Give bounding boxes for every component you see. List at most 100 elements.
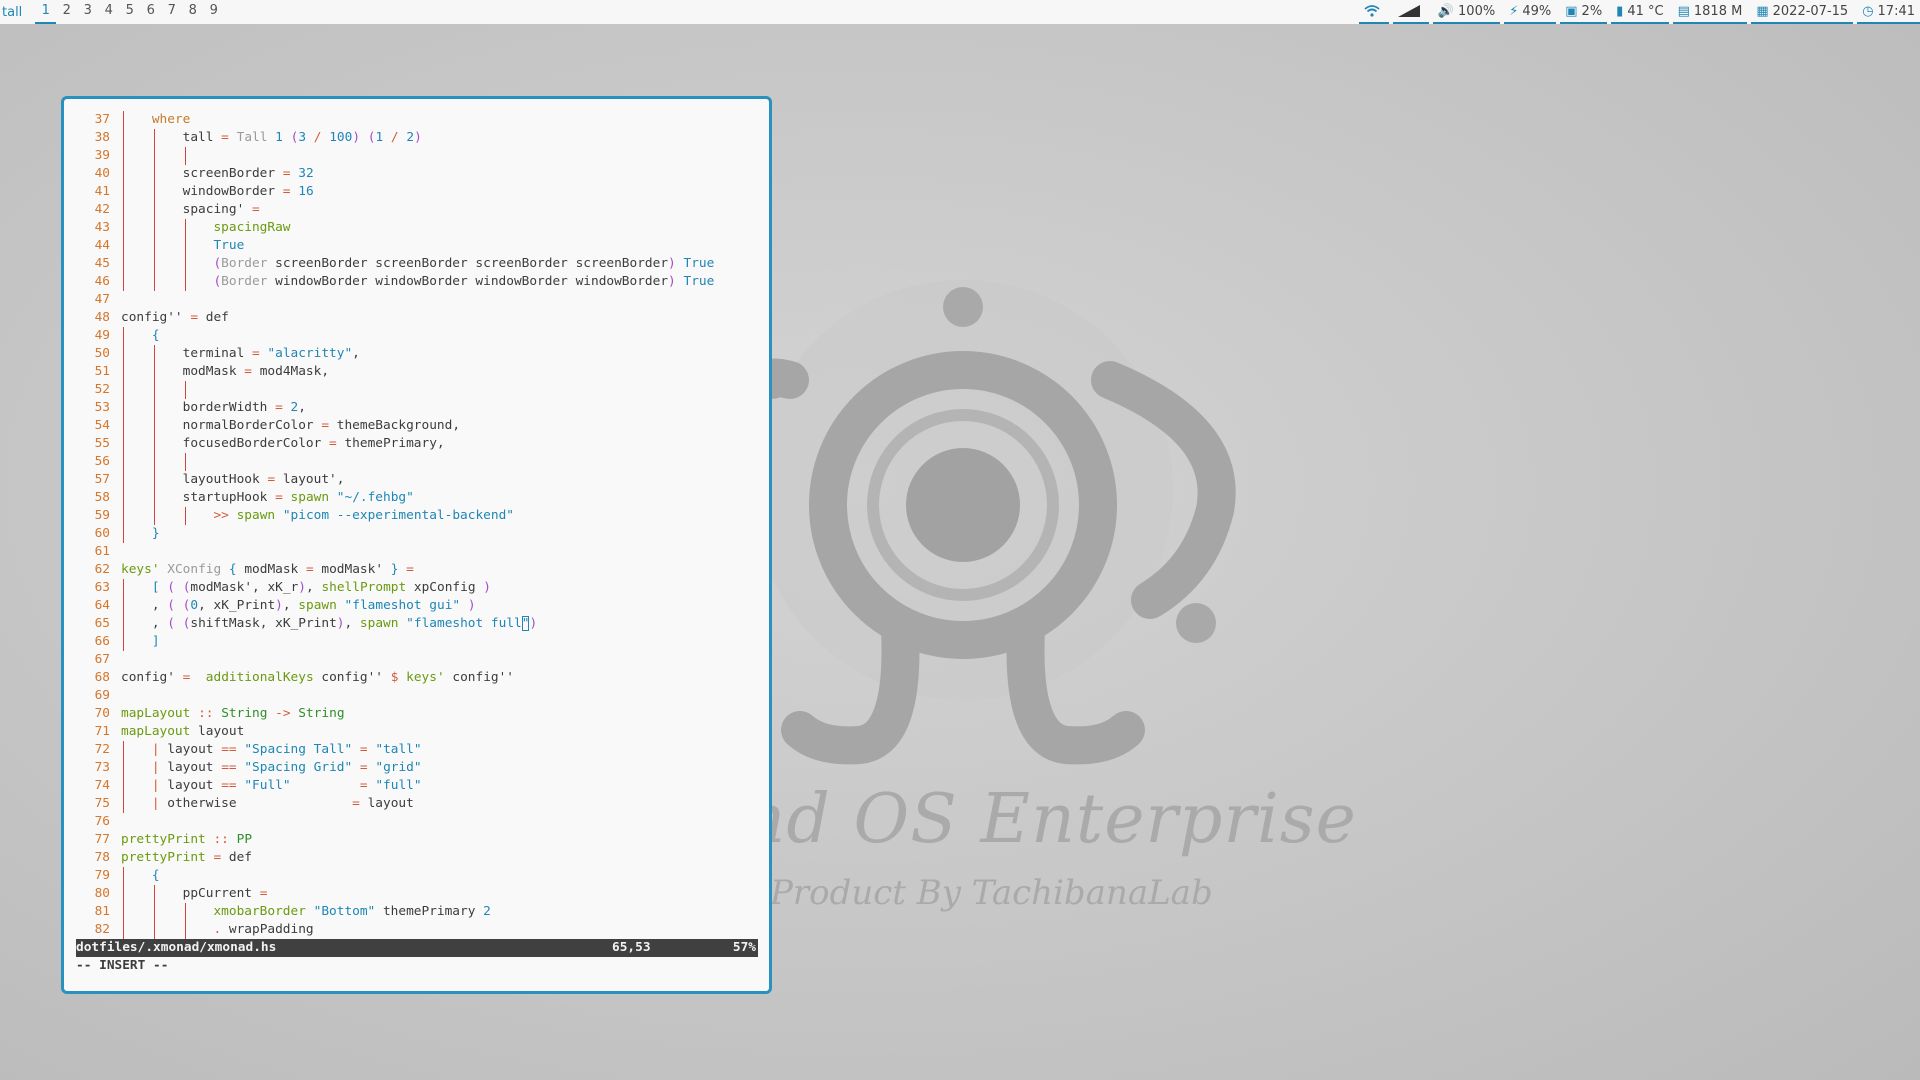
code-line[interactable]: 73 | layout == "Spacing Grid" = "grid" [76, 759, 758, 777]
indent-guide [153, 237, 155, 255]
vim-mode: -- INSERT -- [76, 958, 169, 973]
code-line[interactable]: 45 (Border screenBorder screenBorder scr… [76, 255, 758, 273]
code-line[interactable]: 52 [76, 381, 758, 399]
code-line[interactable]: 56 [76, 453, 758, 471]
battery-status[interactable]: ⚡ 49% [1504, 0, 1557, 24]
indent-guide [184, 507, 186, 525]
indent-guide [123, 921, 124, 939]
code-text: | otherwise = layout [110, 795, 758, 813]
line-number: 72 [94, 742, 110, 757]
code-line[interactable]: 59 >> spawn "picom --experimental-backen… [76, 507, 758, 525]
date-status[interactable]: ▦ 2022-07-15 [1751, 0, 1854, 24]
indent-guide [153, 507, 155, 525]
indent-guide [184, 381, 186, 399]
code-line[interactable]: 50 terminal = "alacritty", [76, 345, 758, 363]
code-line[interactable]: 62 keys' XConfig { modMask = modMask' } = [76, 561, 758, 579]
code-line[interactable]: 72 | layout == "Spacing Tall" = "tall" [76, 741, 758, 759]
code-line[interactable]: 82 . wrapPadding [76, 921, 758, 939]
code-line[interactable]: 60 } [76, 525, 758, 543]
indent-guide [123, 363, 124, 381]
code-line[interactable]: 44 True [76, 237, 758, 255]
workspace-9[interactable]: 9 [203, 0, 224, 24]
code-line[interactable]: 79 { [76, 867, 758, 885]
code-line[interactable]: 43 spacingRaw [76, 219, 758, 237]
line-number: 45 [94, 256, 110, 271]
code-line[interactable]: 63 [ ( (modMask', xK_r), shellPrompt xpC… [76, 579, 758, 597]
signal-status[interactable] [1392, 0, 1429, 24]
line-number: 81 [94, 904, 110, 919]
code-line[interactable]: 81 xmobarBorder "Bottom" themePrimary 2 [76, 903, 758, 921]
line-number: 42 [94, 202, 110, 217]
code-line[interactable]: 42 spacing' = [76, 201, 758, 219]
code-line[interactable]: 75 | otherwise = layout [76, 795, 758, 813]
code-line[interactable]: 47 [76, 291, 758, 309]
terminal-window[interactable]: 37 where 38 tall = Tall 1 (3 / 100) (1 / … [61, 96, 772, 994]
workspace-6[interactable]: 6 [140, 0, 161, 24]
memory-value: 1818 M [1693, 3, 1743, 19]
line-number: 50 [94, 346, 110, 361]
workspace-7[interactable]: 7 [161, 0, 182, 24]
line-number: 68 [94, 670, 110, 685]
code-line[interactable]: 57 layoutHook = layout', [76, 471, 758, 489]
workspace-2[interactable]: 2 [56, 0, 77, 24]
code-line[interactable]: 40 screenBorder = 32 [76, 165, 758, 183]
code-line[interactable]: 39 [76, 147, 758, 165]
indent-guide [153, 273, 155, 291]
code-line[interactable]: 76 [76, 813, 758, 831]
code-line[interactable]: 65 , ( (shiftMask, xK_Print), spawn "fla… [76, 615, 758, 633]
code-line[interactable]: 55 focusedBorderColor = themePrimary, [76, 435, 758, 453]
code-line[interactable]: 77 prettyPrint :: PP [76, 831, 758, 849]
code-line[interactable]: 78 prettyPrint = def [76, 849, 758, 867]
indent-guide [184, 273, 186, 291]
cpu-status[interactable]: ▣ 2% [1560, 0, 1608, 24]
code-line[interactable]: 54 normalBorderColor = themeBackground, [76, 417, 758, 435]
code-line[interactable]: 58 startupHook = spawn "~/.fehbg" [76, 489, 758, 507]
workspace-8[interactable]: 8 [182, 0, 203, 24]
code-line[interactable]: 38 tall = Tall 1 (3 / 100) (1 / 2) [76, 129, 758, 147]
workspace-4[interactable]: 4 [98, 0, 119, 24]
code-line[interactable]: 61 [76, 543, 758, 561]
memory-status[interactable]: ▤ 1818 M [1672, 0, 1748, 24]
line-number: 64 [94, 598, 110, 613]
line-number: 41 [94, 184, 110, 199]
code-line[interactable]: 70 mapLayout :: String -> String [76, 705, 758, 723]
code-line[interactable]: 51 modMask = mod4Mask, [76, 363, 758, 381]
line-number: 61 [94, 544, 110, 559]
code-line[interactable]: 53 borderWidth = 2, [76, 399, 758, 417]
time-value: 17:41 [1877, 3, 1915, 19]
line-number: 49 [94, 328, 110, 343]
time-status[interactable]: ◷ 17:41 [1857, 0, 1920, 24]
wifi-status[interactable] [1358, 0, 1389, 24]
code-line[interactable]: 80 ppCurrent = [76, 885, 758, 903]
indent-guide [123, 579, 124, 597]
code-line[interactable]: 66 ] [76, 633, 758, 651]
indent-guide [123, 399, 124, 417]
volume-status[interactable]: 🔊 100% [1432, 0, 1501, 24]
indent-guide [153, 129, 155, 147]
code-line[interactable]: 64 , ( (0, xK_Print), spawn "flameshot g… [76, 597, 758, 615]
temperature-status[interactable]: ▮ 41 °C [1611, 0, 1669, 24]
workspace-1[interactable]: 1 [35, 0, 57, 24]
line-number: 76 [94, 814, 110, 829]
vim-editor[interactable]: 37 where 38 tall = Tall 1 (3 / 100) (1 / … [76, 111, 758, 975]
code-line[interactable]: 48 config'' = def [76, 309, 758, 327]
code-line[interactable]: 46 (Border windowBorder windowBorder win… [76, 273, 758, 291]
cpu-icon: ▣ [1565, 3, 1578, 19]
code-line[interactable]: 49 { [76, 327, 758, 345]
workspace-3[interactable]: 3 [77, 0, 98, 24]
indent-guide [153, 381, 155, 399]
workspace-5[interactable]: 5 [119, 0, 140, 24]
code-line[interactable]: 41 windowBorder = 16 [76, 183, 758, 201]
layout-indicator[interactable]: tall [2, 5, 22, 20]
code-line[interactable]: 74 | layout == "Full" = "full" [76, 777, 758, 795]
line-number: 53 [94, 400, 110, 415]
code-line[interactable]: 67 [76, 651, 758, 669]
code-buffer[interactable]: 37 where 38 tall = Tall 1 (3 / 100) (1 / … [76, 111, 758, 939]
code-line[interactable]: 68 config' = additionalKeys config'' $ ke… [76, 669, 758, 687]
line-number: 69 [94, 688, 110, 703]
code-line[interactable]: 71 mapLayout layout [76, 723, 758, 741]
code-line[interactable]: 37 where [76, 111, 758, 129]
code-line[interactable]: 69 [76, 687, 758, 705]
indent-guide [153, 399, 155, 417]
